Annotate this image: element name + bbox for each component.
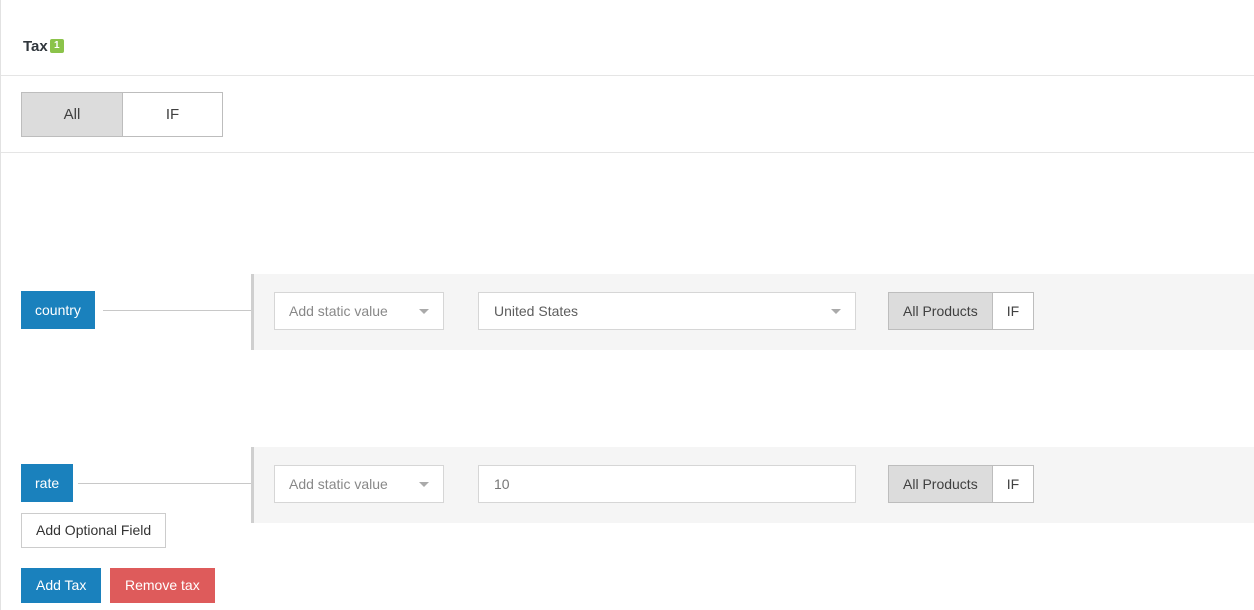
value-source-select-rate[interactable]: Add static value: [274, 465, 444, 503]
add-optional-field-button[interactable]: Add Optional Field: [21, 513, 167, 548]
value-text-country: United States: [494, 303, 579, 319]
tab-if[interactable]: IF: [122, 93, 222, 136]
scope-all-products-country[interactable]: All Products: [889, 293, 992, 329]
value-text-rate: 10: [494, 476, 510, 492]
field-connector-country: [103, 310, 252, 311]
value-source-select-country[interactable]: Add static value: [274, 292, 444, 330]
mode-segmented-control: All IF: [21, 92, 223, 137]
tax-configuration-page: Tax 1 All IF country Add static value Un…: [0, 0, 1254, 610]
mode-tab-bar: All IF: [1, 76, 1254, 153]
tab-all[interactable]: All: [22, 93, 122, 136]
tax-count-badge: 1: [50, 39, 64, 53]
field-row-country: country Add static value United States A…: [1, 274, 1254, 350]
scope-all-products-rate[interactable]: All Products: [889, 466, 992, 502]
chevron-down-icon: [419, 309, 429, 314]
field-chip-rate[interactable]: rate: [21, 464, 74, 502]
value-source-label-country: Add static value: [289, 303, 388, 319]
value-input-rate[interactable]: 10: [478, 465, 856, 503]
field-panel-rate: Add static value 10 All Products IF: [251, 447, 1254, 523]
scope-if-rate[interactable]: IF: [991, 466, 1034, 502]
field-chip-country[interactable]: country: [21, 291, 95, 329]
value-source-label-rate: Add static value: [289, 476, 388, 492]
remove-tax-button[interactable]: Remove tax: [110, 568, 215, 603]
value-select-country[interactable]: United States: [478, 292, 856, 330]
scope-toggle-rate: All Products IF: [888, 465, 1035, 503]
chevron-down-icon: [831, 309, 841, 314]
chevron-down-icon: [419, 482, 429, 487]
field-connector-rate: [78, 483, 252, 484]
add-tax-button[interactable]: Add Tax: [21, 568, 102, 603]
scope-if-country[interactable]: IF: [991, 293, 1034, 329]
field-panel-country: Add static value United States All Produ…: [251, 274, 1254, 350]
page-title: Tax: [23, 38, 48, 55]
field-row-rate: rate Add static value 10 All Products IF: [1, 447, 1254, 523]
page-header: Tax 1: [1, 0, 1254, 76]
scope-toggle-country: All Products IF: [888, 292, 1035, 330]
